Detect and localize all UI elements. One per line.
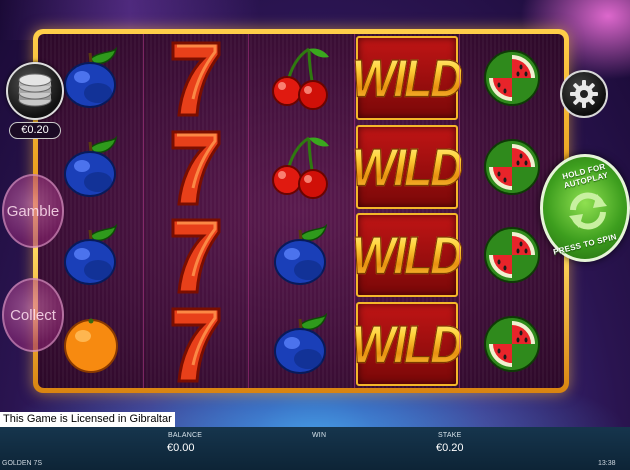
wild-label: WILD xyxy=(351,136,464,197)
symbol-wild: WILD xyxy=(351,300,464,389)
stake-label: STAKE xyxy=(438,432,462,439)
wild-symbol: WILD xyxy=(351,36,464,121)
spin-button[interactable]: HOLD FOR AUTOPLAY PRESS TO SPIN xyxy=(540,154,630,262)
symbol-wild: WILD xyxy=(351,211,464,300)
symbol-plum xyxy=(249,211,353,300)
stake-value: €0.20 xyxy=(436,442,464,454)
clock: 13:38 xyxy=(598,460,616,467)
gear-icon xyxy=(570,80,598,108)
wild-symbol: WILD xyxy=(351,124,464,209)
balance-value: €0.00 xyxy=(167,442,195,454)
license-notice: This Game is Licensed in Gibraltar xyxy=(0,412,175,427)
refresh-arrows-icon xyxy=(569,192,607,230)
symbol-plum xyxy=(249,300,353,389)
symbol-seven xyxy=(144,211,248,300)
seven-icon xyxy=(171,307,221,383)
wild-symbol: WILD xyxy=(351,301,464,386)
reel-frame: WILD WILD WILD WILD xyxy=(33,29,569,393)
symbol-seven xyxy=(144,300,248,389)
wild-symbol: WILD xyxy=(351,213,464,298)
footer-bar: BALANCE €0.00 WIN STAKE €0.20 xyxy=(0,427,630,470)
coins-icon xyxy=(18,73,52,107)
watermelon-icon xyxy=(483,315,540,372)
symbol-seven xyxy=(144,34,248,123)
symbol-watermelon xyxy=(460,300,564,389)
plum-icon xyxy=(274,312,328,374)
plum-icon xyxy=(274,223,328,286)
seven-icon xyxy=(171,130,221,206)
wild-label: WILD xyxy=(351,225,464,286)
plum-icon xyxy=(63,135,117,197)
coin-value-label: €0.20 xyxy=(9,122,61,139)
settings-button[interactable] xyxy=(560,70,608,118)
win-label: WIN xyxy=(312,432,327,439)
watermelon-icon xyxy=(483,138,540,195)
reel-4: WILD WILD WILD WILD xyxy=(351,34,464,389)
seven-icon xyxy=(171,218,221,294)
watermelon-icon xyxy=(483,50,540,107)
symbol-cherry xyxy=(249,34,353,123)
reel-2 xyxy=(143,34,248,388)
symbol-watermelon xyxy=(460,34,564,123)
reel-area: WILD WILD WILD WILD xyxy=(38,34,564,388)
watermelon-icon xyxy=(483,227,540,284)
reel-3 xyxy=(248,34,353,388)
orange-icon xyxy=(63,318,118,373)
coin-stack-button[interactable] xyxy=(6,62,64,120)
cherry-icon xyxy=(272,136,330,199)
symbol-cherry xyxy=(249,123,353,212)
plum-icon xyxy=(63,46,117,109)
plum-icon xyxy=(63,223,117,286)
seven-icon xyxy=(171,41,221,117)
cherry-icon xyxy=(272,47,330,111)
wild-label: WILD xyxy=(351,48,464,109)
symbol-wild: WILD xyxy=(351,34,464,123)
wild-label: WILD xyxy=(351,313,464,374)
collect-button[interactable]: Collect xyxy=(2,278,64,352)
game-title: GOLDEN 7S xyxy=(2,460,43,467)
balance-label: BALANCE xyxy=(168,432,203,439)
symbol-wild: WILD xyxy=(351,123,464,212)
gamble-button[interactable]: Gamble xyxy=(2,174,64,248)
symbol-seven xyxy=(144,123,248,212)
